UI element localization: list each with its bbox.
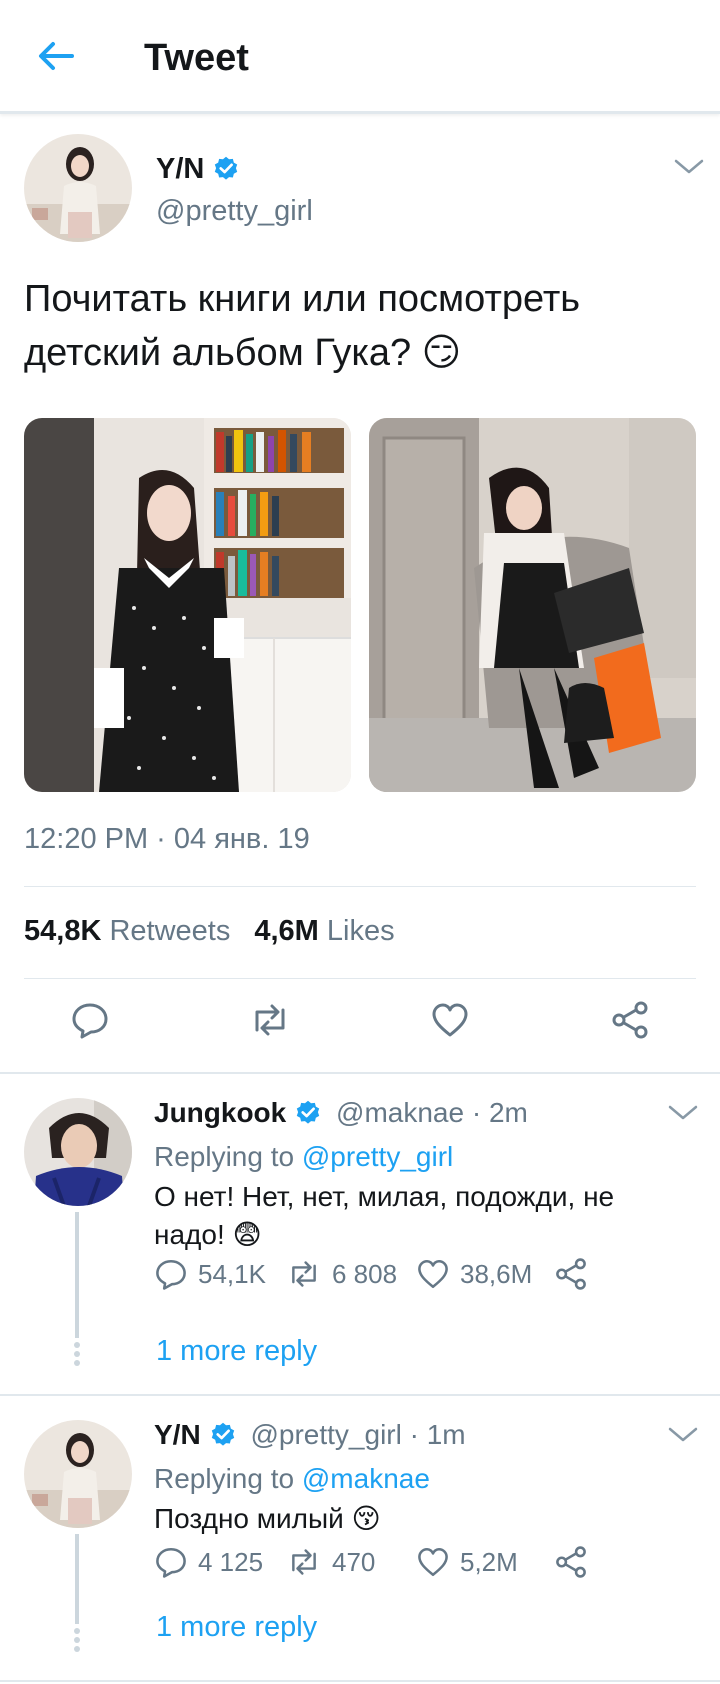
retweet-icon — [292, 1261, 316, 1287]
chevron-down-icon[interactable] — [672, 156, 706, 178]
like-icon — [432, 1003, 468, 1037]
author-handle[interactable]: @pretty_girl — [156, 194, 313, 228]
thread-dots — [73, 1342, 81, 1369]
reply-button[interactable] — [65, 995, 115, 1045]
thread-line — [75, 1212, 79, 1338]
retweet-count: 470 — [332, 1546, 376, 1577]
reply-icon — [72, 1003, 108, 1039]
retweet-icon — [292, 1549, 316, 1575]
verified-badge-icon — [297, 1100, 320, 1124]
reply-avatar[interactable] — [24, 1420, 132, 1528]
divider — [24, 886, 696, 887]
retweet-button[interactable] — [245, 995, 295, 1045]
replying-to-link[interactable]: @pretty_girl — [302, 1141, 453, 1172]
replying-to-link[interactable]: @maknae — [302, 1463, 430, 1494]
page-title: Tweet — [144, 37, 249, 79]
reply-share-button[interactable] — [554, 1254, 588, 1294]
verified-badge-icon — [215, 156, 238, 180]
thread-dots — [73, 1628, 81, 1655]
reply-count: 4 125 — [198, 1546, 264, 1577]
chevron-down-icon[interactable] — [666, 1424, 700, 1446]
tweet-timestamp[interactable]: 12:20 PM · 04 янв. 19 — [24, 822, 310, 856]
chevron-down-icon[interactable] — [666, 1102, 700, 1124]
reply-reply-button[interactable]: 54,1K — [154, 1254, 266, 1294]
reply-tweet[interactable]: Y/N @pretty_girl · 1m Replying to @makna… — [0, 1396, 720, 1684]
reply-icon — [156, 1547, 186, 1578]
reply-author-handle[interactable]: @pretty_girl — [250, 1419, 401, 1450]
more-replies-link[interactable]: 1 more reply — [156, 1610, 317, 1644]
reply-like-button[interactable]: 5,2M — [416, 1542, 518, 1582]
like-count: 38,6M — [460, 1258, 533, 1289]
reply-like-button[interactable]: 38,6M — [416, 1254, 532, 1294]
more-replies-link[interactable]: 1 more reply — [156, 1334, 317, 1368]
like-count: 5,2M — [460, 1546, 518, 1577]
reply-actions: 4 125 470 5,2M — [154, 1542, 674, 1582]
reply-author-name[interactable]: Jungkook — [154, 1096, 322, 1130]
reply-text: О нет! Нет, нет, милая, подожди, не надо… — [154, 1181, 615, 1250]
reply-icon — [156, 1259, 186, 1290]
reply-retweet-button[interactable]: 6 808 — [286, 1254, 397, 1294]
tweet-actions — [0, 995, 720, 1055]
author-name[interactable]: Y/N — [156, 152, 240, 186]
share-icon — [612, 1001, 648, 1039]
reply-time: · 1m — [409, 1419, 466, 1450]
thread-line — [75, 1534, 79, 1624]
likes-stat[interactable]: 4,6M Likes — [254, 914, 394, 948]
divider — [0, 1680, 720, 1682]
tweet-text: Почитать книги или посмотреть детский ал… — [24, 278, 581, 374]
retweets-stat[interactable]: 54,8K Retweets — [24, 914, 230, 948]
back-button[interactable] — [34, 36, 78, 76]
divider — [24, 978, 696, 979]
share-button[interactable] — [605, 995, 655, 1045]
reply-text: Поздно милый 😚 — [154, 1503, 381, 1534]
like-icon — [418, 1259, 448, 1289]
replying-to: Replying to @pretty_girl — [154, 1141, 454, 1172]
reply-share-button[interactable] — [554, 1542, 588, 1582]
reply-header: Y/N @pretty_girl · 1m — [154, 1418, 466, 1452]
top-bar: Tweet — [0, 0, 720, 114]
reply-retweet-button[interactable]: 470 — [286, 1542, 375, 1582]
reply-header: Jungkook @maknae · 2m — [154, 1096, 528, 1130]
like-button[interactable] — [425, 995, 475, 1045]
share-icon — [556, 1258, 586, 1290]
retweet-count: 6 808 — [332, 1258, 398, 1289]
reply-time: · 2m — [471, 1097, 528, 1128]
reply-actions: 54,1K 6 808 38,6M — [154, 1254, 674, 1294]
tweet-media — [24, 418, 696, 792]
reply-tweet[interactable]: Jungkook @maknae · 2m Replying to @prett… — [0, 1074, 720, 1394]
reply-author-name[interactable]: Y/N — [154, 1418, 237, 1452]
reply-reply-button[interactable]: 4 125 — [154, 1542, 263, 1582]
verified-badge-icon — [211, 1422, 234, 1446]
reply-author-handle[interactable]: @maknae — [336, 1097, 464, 1128]
like-icon — [418, 1547, 448, 1577]
arrow-left-icon — [39, 42, 74, 70]
tweet-photo-2[interactable] — [369, 418, 696, 792]
retweet-icon — [255, 1004, 285, 1036]
tweet-photo-1[interactable] — [24, 418, 351, 792]
replying-to: Replying to @maknae — [154, 1463, 430, 1494]
tweet-stats: 54,8K Retweets 4,6M Likes — [24, 914, 395, 948]
reply-count: 54,1K — [198, 1258, 266, 1289]
share-icon — [556, 1546, 586, 1578]
author-avatar[interactable] — [24, 134, 132, 242]
reply-avatar[interactable] — [24, 1098, 132, 1206]
